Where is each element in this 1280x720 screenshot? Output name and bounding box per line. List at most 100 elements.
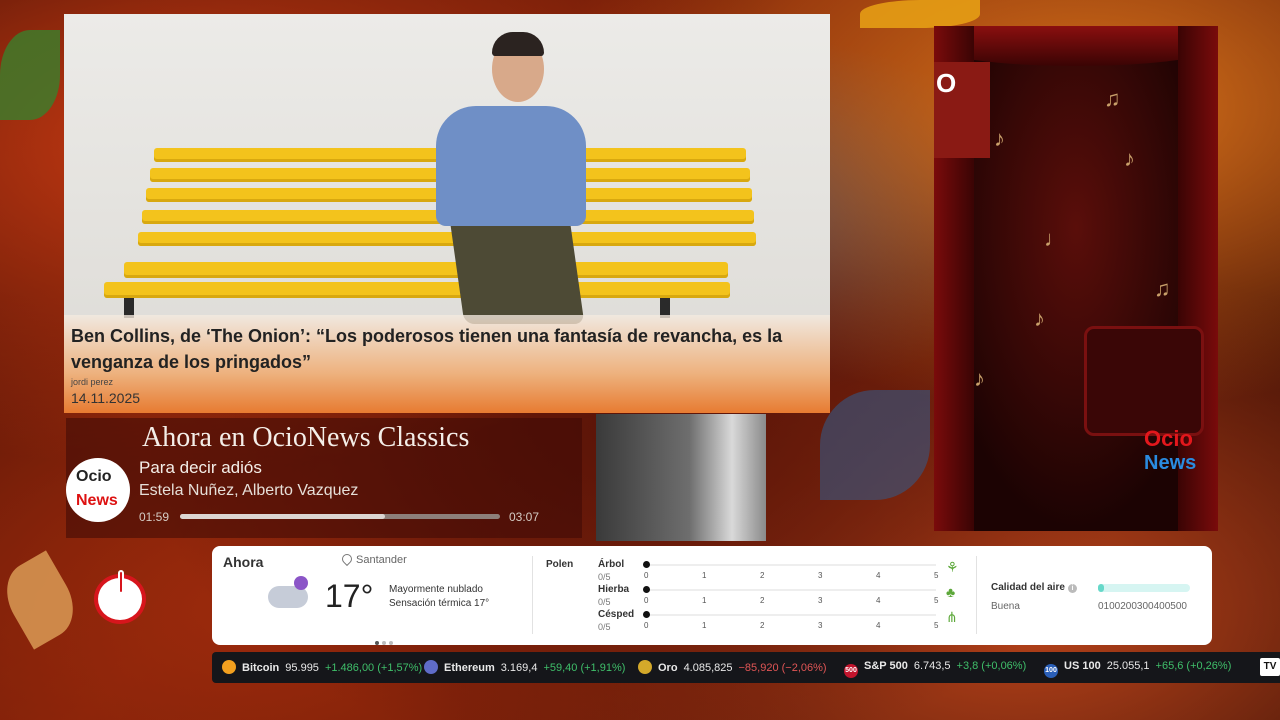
ticker-item[interactable]: 100 US 100 25.055,1 +65,6 (+0,26%): [1044, 660, 1231, 678]
carousel-dots[interactable]: [375, 632, 396, 650]
ticker-change: −85,920 (−2,06%): [738, 662, 827, 674]
grass-icon: ⋔: [946, 609, 958, 625]
logo-text-bottom: News: [1144, 452, 1197, 474]
ticker-change: +3,8 (+0,06%): [956, 660, 1027, 672]
weather-card: Ahora Santander 17° Mayormente nublado S…: [212, 546, 1212, 645]
ticker-change: +65,6 (+0,26%): [1155, 660, 1232, 672]
ticker-change: +59,40 (+1,91%): [543, 662, 626, 674]
air-quality-bar: [1098, 584, 1190, 592]
pollen-track: [646, 564, 936, 566]
ticker-price: 4.085,825: [683, 662, 733, 674]
song-artist: Estela Nuñez, Alberto Vazquez: [139, 482, 359, 499]
ticker-price: 25.055,1: [1106, 660, 1150, 672]
air-quality-value: Buena: [991, 601, 1020, 612]
person: [436, 106, 586, 226]
pollen-scale-tick: 1: [702, 621, 707, 630]
pollen-track: [646, 614, 936, 616]
logo-text-bottom: News: [76, 492, 118, 509]
now-playing-panel: Ahora en OcioNews Classics Ocio News Par…: [66, 418, 582, 538]
pollen-scale-tick: 4: [876, 571, 881, 580]
music-note-icon: ♪: [994, 126, 1005, 151]
pollen-scale-tick: 3: [818, 621, 823, 630]
pollen-scale-tick: 3: [818, 596, 823, 605]
music-note-icon: ♩: [1044, 226, 1066, 251]
market-ticker: 100 US 100 25.055,1 +65,6 (+0,26%) 500 S&P 50…: [212, 652, 1280, 683]
ocionews-logo: Ocio News: [1144, 426, 1196, 475]
pollen-value: 0/5: [598, 572, 611, 582]
leaf-decoration: [0, 30, 60, 120]
ticker-name: Ethereum: [444, 662, 495, 674]
tradingview-logo[interactable]: TV: [1260, 658, 1280, 676]
ticker-price: 6.743,5: [913, 660, 951, 672]
pollen-scale-tick: 2: [760, 621, 765, 630]
weather-description: Mayormente nublado: [389, 584, 483, 595]
ticker-name: Oro: [658, 662, 678, 674]
now-playing-heading: Ahora en OcioNews Classics: [142, 422, 470, 453]
divider: [976, 556, 977, 634]
pollen-scale-tick: 4: [876, 596, 881, 605]
air-quality-fill: [1098, 584, 1104, 592]
ticker-item[interactable]: Oro 4.085,825 −85,920 (−2,06%): [638, 660, 827, 674]
gold-icon: [638, 660, 652, 674]
pollen-scale-tick: 5: [934, 571, 939, 580]
article-author: jordi perez: [71, 377, 114, 387]
pollen-scale-tick: 2: [760, 596, 765, 605]
curtain: [934, 26, 1218, 66]
logo-text-top: Ocio: [1144, 426, 1193, 451]
ticker-price: 95.995: [285, 662, 319, 674]
info-icon[interactable]: i: [1067, 584, 1077, 593]
weed-icon: ♣: [946, 584, 956, 600]
pollen-scale-tick: 4: [876, 621, 881, 630]
pollen-scale-tick: 5: [934, 621, 939, 630]
music-note-icon: ♪: [1124, 146, 1135, 171]
location-name: Santander: [356, 554, 407, 566]
article-date: 14.11.2025: [71, 390, 141, 406]
pollen-scale-tick: 1: [702, 596, 707, 605]
person: [492, 32, 544, 56]
article-headline[interactable]: Ben Collins, de ‘The Onion’: “Los podero…: [71, 323, 823, 375]
us100-icon: 100: [1044, 664, 1058, 678]
ticker-item[interactable]: 500 S&P 500 6.743,5 +3,8 (+0,06%): [844, 660, 1026, 678]
partly-cloudy-night-icon: [268, 576, 308, 608]
power-icon[interactable]: [94, 570, 146, 624]
leaf-decoration: [860, 0, 980, 28]
feels-like: Sensación térmica 17°: [389, 598, 490, 609]
pollen-value: 0/5: [598, 622, 611, 632]
sp500-icon: 500: [844, 664, 858, 678]
weather-now-label: Ahora: [223, 554, 264, 570]
ticker-item[interactable]: Ethereum 3.169,4 +59,40 (+1,91%): [424, 660, 625, 674]
music-note-icon: ♪: [1034, 306, 1045, 331]
video-thumbnail[interactable]: [596, 414, 766, 541]
pollen-scale-tick: 2: [760, 571, 765, 580]
bench: [104, 282, 730, 298]
ticker-price: 3.169,4: [500, 662, 538, 674]
ticker-name: S&P 500: [864, 660, 908, 672]
carousel-dot[interactable]: [382, 641, 386, 645]
temperature: 17°: [325, 578, 374, 614]
song-title: Para decir adiós: [139, 458, 262, 477]
pollen-track: [646, 589, 936, 591]
pollen-level-dot: [643, 586, 650, 593]
ticker-change: +1.486,00 (+1,57%): [324, 662, 423, 674]
ticker-item[interactable]: Bitcoin 95.995 +1.486,00 (+1,57%): [222, 660, 422, 674]
air-quality-label: Calidad del aire i: [991, 582, 1077, 593]
logo-text-top: Ocio: [76, 468, 112, 485]
pollen-name: Árbol: [598, 559, 625, 570]
carousel-dot[interactable]: [389, 641, 393, 645]
current-time: 01:59: [139, 510, 170, 524]
pollen-row-weed: Hierba 0/5 0 1 2 3 4 5 ♣: [598, 584, 955, 608]
progress-fill: [180, 514, 385, 519]
progress-bar[interactable]: [180, 514, 500, 519]
weather-location: Santander: [339, 551, 407, 567]
pollen-label: Polen: [546, 559, 574, 570]
pollen-level-dot: [643, 561, 650, 568]
pollen-value: 0/5: [598, 597, 611, 607]
pollen-scale-tick: 0: [644, 621, 649, 630]
music-note-icon: ♫: [1154, 276, 1171, 301]
carousel-dot[interactable]: [375, 641, 379, 645]
featured-article[interactable]: Ben Collins, de ‘The Onion’: “Los podero…: [64, 14, 830, 413]
music-note-icon: ♪: [974, 366, 985, 391]
ticker-name: Bitcoin: [242, 662, 280, 674]
duration: 03:07: [509, 510, 540, 524]
pollen-row-grass: Césped 0/5 0 1 2 3 4 5 ⋔: [598, 609, 958, 633]
